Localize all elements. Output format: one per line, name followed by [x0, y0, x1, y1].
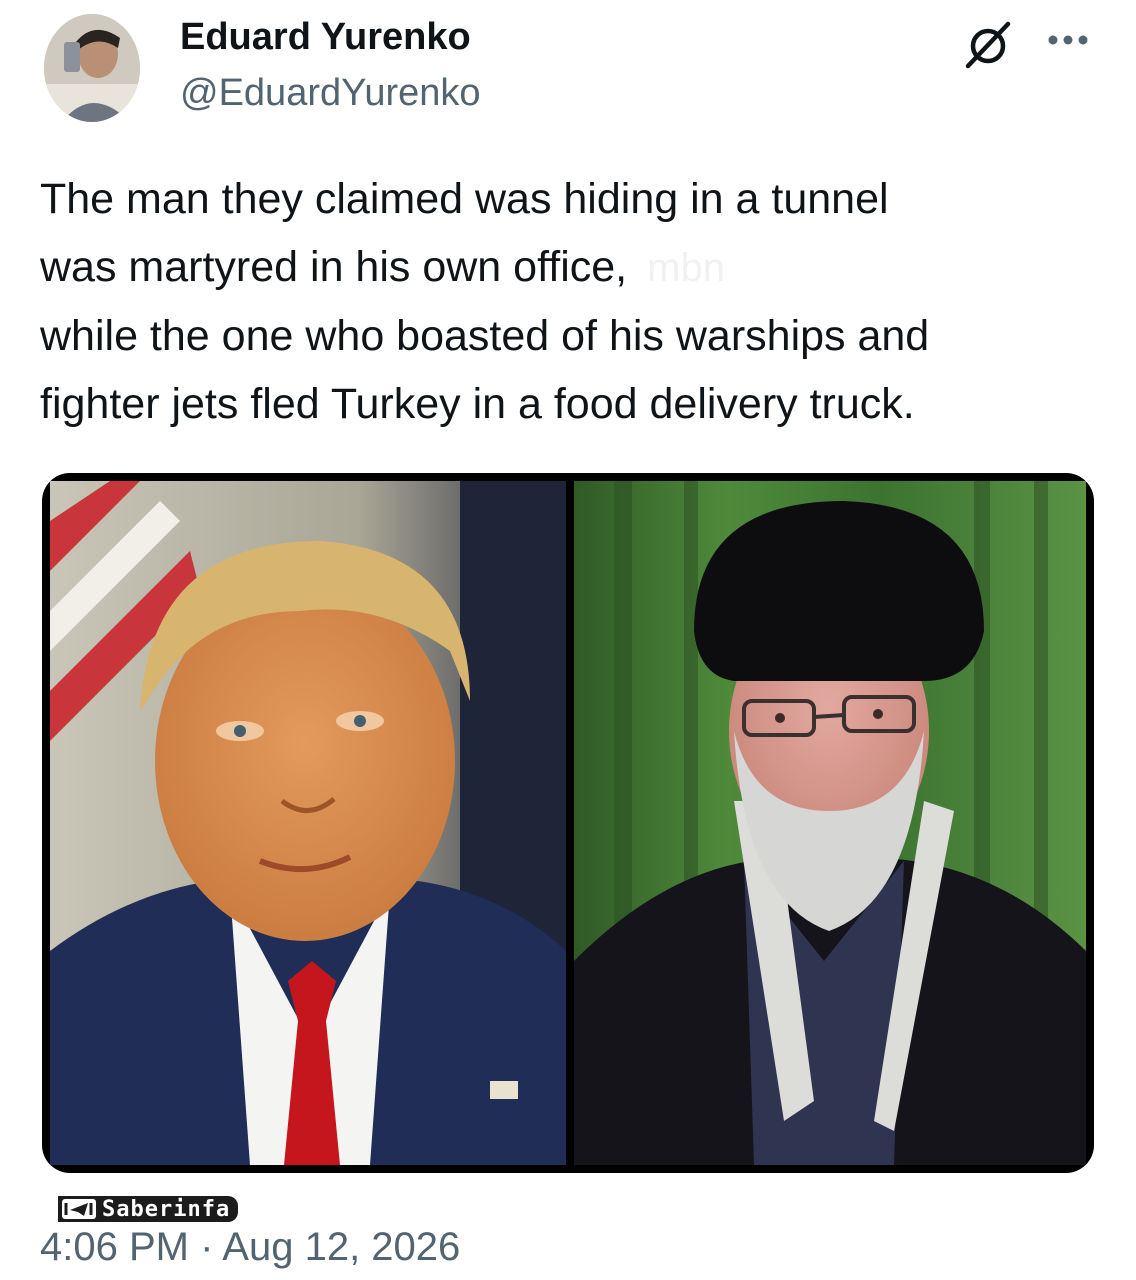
right-photo-image: [574, 481, 1086, 1165]
avatar-image: [44, 14, 140, 122]
source-badge: Saberinfa: [58, 1196, 239, 1222]
user-handle[interactable]: @EduardYurenko: [180, 70, 481, 116]
more-options-icon[interactable]: [1046, 32, 1090, 48]
right-photo[interactable]: [574, 481, 1086, 1165]
tweet-text-line: was martyred in his own office, mbn: [40, 233, 1100, 302]
watermark-text: mbn: [647, 246, 725, 290]
left-photo-image: [50, 481, 566, 1165]
media-card[interactable]: [42, 473, 1094, 1173]
tweet-text-segment: was martyred in his own office,: [40, 243, 628, 291]
grok-icon[interactable]: [962, 18, 1014, 70]
tweet-text-line: The man they claimed was hiding in a tun…: [40, 175, 889, 223]
tweet-text: The man they claimed was hiding in a tun…: [40, 165, 1100, 438]
left-photo[interactable]: [50, 481, 566, 1165]
avatar[interactable]: [44, 14, 140, 122]
tweet-text-line: fighter jets fled Turkey in a food deliv…: [40, 380, 915, 428]
tweet-text-line: while the one who boasted of his warship…: [40, 312, 930, 360]
telegram-icon: [62, 1199, 96, 1219]
source-badge-label: Saberinfa: [102, 1196, 231, 1222]
timestamp[interactable]: 4:06 PM · Aug 12, 2026: [40, 1222, 460, 1272]
display-name[interactable]: Eduard Yurenko: [180, 14, 471, 60]
